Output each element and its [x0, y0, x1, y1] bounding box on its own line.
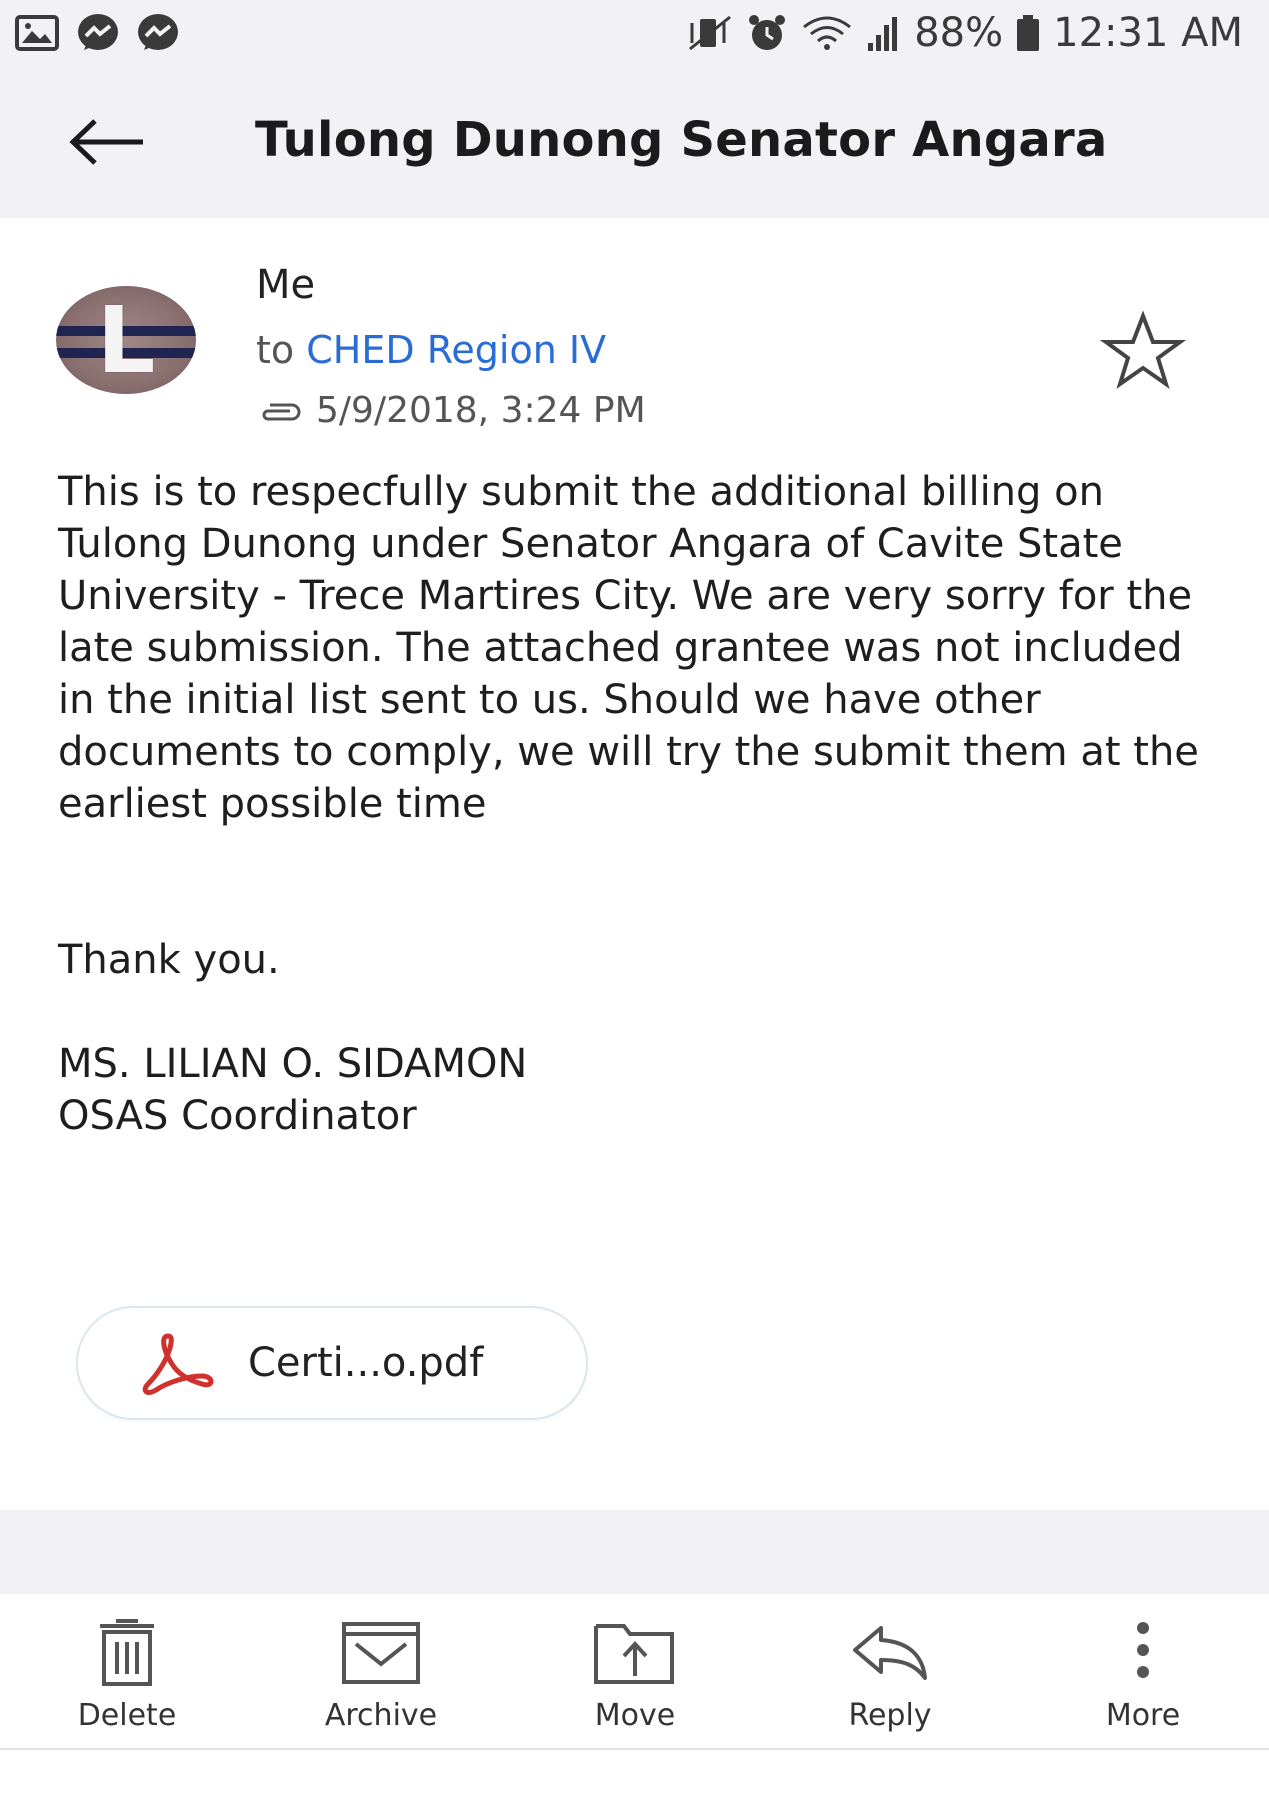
image-icon [15, 15, 59, 51]
avatar[interactable]: L [56, 286, 196, 394]
attachment-chip[interactable]: Certi...o.pdf [76, 1306, 588, 1420]
battery-icon [1017, 15, 1040, 51]
paperclip-icon [262, 403, 301, 420]
message-meta: 5/9/2018, 3:24 PM [256, 390, 646, 431]
signature-name: MS. LILIAN O. SIDAMON [58, 1041, 528, 1087]
sender-name[interactable]: Me [256, 262, 315, 308]
status-left-icons [14, 12, 180, 54]
delete-button[interactable]: Delete [17, 1594, 237, 1750]
more-label: More [1105, 1698, 1181, 1733]
message-date: 5/9/2018, 3:24 PM [316, 390, 646, 431]
reply-icon [853, 1626, 927, 1680]
app-header: Tulong Dunong Senator Angara [0, 66, 1269, 218]
bottom-toolbar: Delete Archive Move Reply More [0, 1594, 1269, 1750]
messenger-icon [78, 14, 118, 50]
battery-percent: 88% [914, 10, 1004, 56]
messenger-icon [138, 14, 178, 50]
star-icon [1099, 310, 1187, 389]
delete-label: Delete [77, 1698, 177, 1733]
archive-button[interactable]: Archive [271, 1594, 491, 1750]
archive-label: Archive [324, 1698, 438, 1733]
recipient-line: to CHED Region IV [256, 328, 606, 372]
avatar-letter: L [96, 286, 156, 394]
star-button[interactable] [1099, 310, 1187, 390]
status-time: 12:31 AM [1053, 10, 1243, 56]
recipient-link[interactable]: CHED Region IV [306, 328, 606, 372]
attachment-name: Certi...o.pdf [248, 1340, 484, 1386]
status-bar: 88% 12:31 AM [0, 0, 1269, 66]
page-title: Tulong Dunong Senator Angara [255, 112, 1108, 168]
signal-icon [868, 17, 898, 51]
content-separator [0, 1510, 1269, 1594]
pdf-icon [142, 1333, 214, 1395]
more-button[interactable]: More [1033, 1594, 1253, 1750]
to-prefix: to [256, 328, 295, 372]
closing-text: Thank you. [58, 937, 280, 983]
move-label: Move [594, 1698, 676, 1733]
alarm-icon [749, 15, 786, 50]
signature-title: OSAS Coordinator [58, 1093, 417, 1139]
trash-icon [100, 1619, 154, 1686]
move-button[interactable]: Move [525, 1594, 745, 1750]
bottom-area [0, 1752, 1269, 1800]
move-icon [594, 1624, 674, 1684]
vibrate-icon [689, 15, 732, 51]
back-button[interactable] [62, 112, 152, 172]
wifi-icon [803, 16, 852, 50]
arrow-left-icon [69, 119, 143, 165]
status-right: 88% 12:31 AM [686, 10, 1243, 56]
more-icon [1137, 1622, 1149, 1678]
body-paragraph: This is to respecfully submit the additi… [58, 469, 1199, 827]
reply-button[interactable]: Reply [780, 1594, 1000, 1750]
reply-label: Reply [848, 1698, 932, 1733]
email-body: This is to respecfully submit the additi… [58, 466, 1228, 1142]
archive-icon [342, 1622, 420, 1684]
